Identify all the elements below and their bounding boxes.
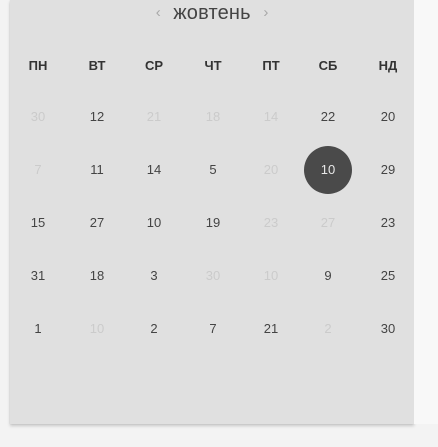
calendar-week-row: 7 11 14 5 20 10 29 — [10, 146, 414, 194]
day-cell[interactable]: 20 — [251, 150, 291, 190]
weekday-sun: НД — [378, 58, 398, 73]
next-month-arrow-icon[interactable]: › — [257, 3, 275, 23]
day-cell[interactable]: 30 — [18, 97, 58, 137]
weekday-header-row: ПН ВТ СР ЧТ ПТ СБ НД — [10, 56, 414, 76]
prev-month-arrow-icon[interactable]: ‹ — [149, 3, 167, 23]
calendar-week-row: 1 10 2 7 21 2 30 — [10, 309, 414, 349]
day-cell[interactable]: 19 — [193, 203, 233, 243]
day-cell[interactable]: 10 — [134, 203, 174, 243]
weekday-fri: ПТ — [262, 58, 280, 73]
day-cell[interactable]: 20 — [368, 97, 408, 137]
month-header: ‹ жовтень › — [10, 0, 414, 26]
side-panel-edge — [414, 0, 438, 424]
weekday-mon: ПН — [28, 58, 48, 73]
day-cell[interactable]: 15 — [18, 203, 58, 243]
day-cell[interactable]: 14 — [251, 97, 291, 137]
calendar: ‹ жовтень › ПН ВТ СР ЧТ ПТ СБ НД 30 12 21 18 14 22 2… — [10, 0, 414, 424]
day-cell[interactable]: 9 — [308, 256, 348, 296]
day-cell[interactable]: 12 — [77, 97, 117, 137]
day-cell[interactable]: 2 — [134, 309, 174, 349]
day-cell[interactable]: 31 — [18, 256, 58, 296]
day-cell[interactable]: 7 — [18, 150, 58, 190]
day-cell[interactable]: 30 — [368, 309, 408, 349]
day-cell[interactable]: 10 — [77, 309, 117, 349]
page: ‹ жовтень › ПН ВТ СР ЧТ ПТ СБ НД 30 12 21 18 14 22 2… — [0, 0, 438, 447]
day-cell[interactable]: 18 — [193, 97, 233, 137]
weekday-wed: СР — [144, 58, 164, 73]
day-cell[interactable]: 10 — [251, 256, 291, 296]
day-cell[interactable]: 25 — [368, 256, 408, 296]
day-cell[interactable]: 3 — [134, 256, 174, 296]
day-cell[interactable]: 21 — [251, 309, 291, 349]
weekday-sat: СБ — [318, 58, 338, 73]
calendar-week-row: 15 27 10 19 23 27 23 — [10, 203, 414, 243]
day-cell[interactable]: 18 — [77, 256, 117, 296]
day-cell[interactable]: 21 — [134, 97, 174, 137]
day-cell[interactable]: 2 — [308, 309, 348, 349]
day-cell[interactable]: 7 — [193, 309, 233, 349]
day-cell[interactable]: 30 — [193, 256, 233, 296]
day-cell[interactable]: 1 — [18, 309, 58, 349]
weekday-thu: ЧТ — [204, 58, 222, 73]
day-cell[interactable]: 14 — [134, 150, 174, 190]
day-cell[interactable]: 27 — [308, 203, 348, 243]
weekday-tue: ВТ — [88, 58, 106, 73]
day-cell[interactable]: 29 — [368, 150, 408, 190]
day-cell[interactable]: 5 — [193, 150, 233, 190]
day-cell[interactable]: 23 — [251, 203, 291, 243]
day-cell[interactable]: 11 — [77, 150, 117, 190]
calendar-week-row: 31 18 3 30 10 9 25 — [10, 256, 414, 296]
day-cell[interactable]: 22 — [308, 97, 348, 137]
month-title: жовтень — [173, 2, 251, 24]
day-cell[interactable]: 23 — [368, 203, 408, 243]
day-cell[interactable]: 27 — [77, 203, 117, 243]
calendar-week-row: 30 12 21 18 14 22 20 — [10, 97, 414, 137]
selected-day-cell[interactable]: 10 — [304, 146, 352, 194]
